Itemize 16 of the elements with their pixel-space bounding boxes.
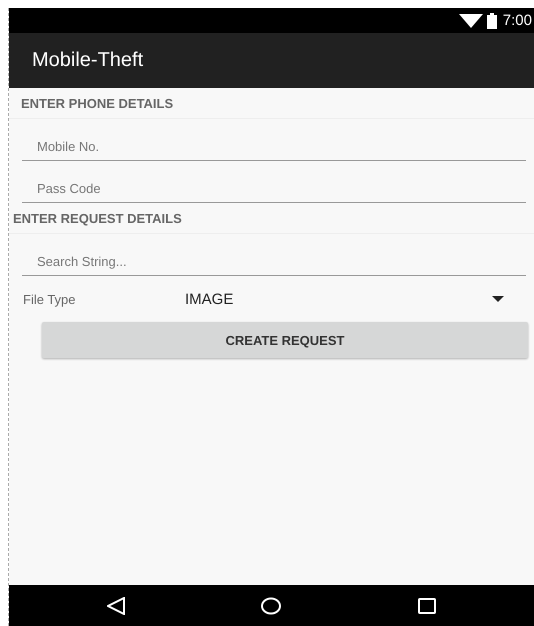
app-title: Mobile-Theft bbox=[32, 49, 144, 72]
file-type-label: File Type bbox=[23, 292, 77, 306]
home-icon[interactable] bbox=[261, 596, 282, 614]
input-field[interactable]: Search String... bbox=[22, 234, 526, 276]
input-field[interactable]: Pass Code bbox=[22, 161, 526, 203]
section-heading: ENTER REQUEST DETAILS bbox=[9, 203, 534, 234]
dropdown-caret-icon bbox=[492, 296, 504, 302]
recents-icon[interactable] bbox=[418, 598, 436, 614]
file-type-dropdown[interactable]: IMAGE bbox=[185, 290, 534, 308]
back-icon[interactable] bbox=[107, 596, 126, 614]
section-heading: ENTER PHONE DETAILS bbox=[9, 88, 534, 119]
input-field[interactable]: Mobile No. bbox=[22, 119, 526, 161]
battery-icon bbox=[486, 12, 497, 28]
status-time: 7:00 bbox=[502, 12, 532, 29]
create-request-button[interactable]: CREATE REQUEST bbox=[42, 322, 528, 358]
wifi-icon bbox=[458, 14, 483, 28]
